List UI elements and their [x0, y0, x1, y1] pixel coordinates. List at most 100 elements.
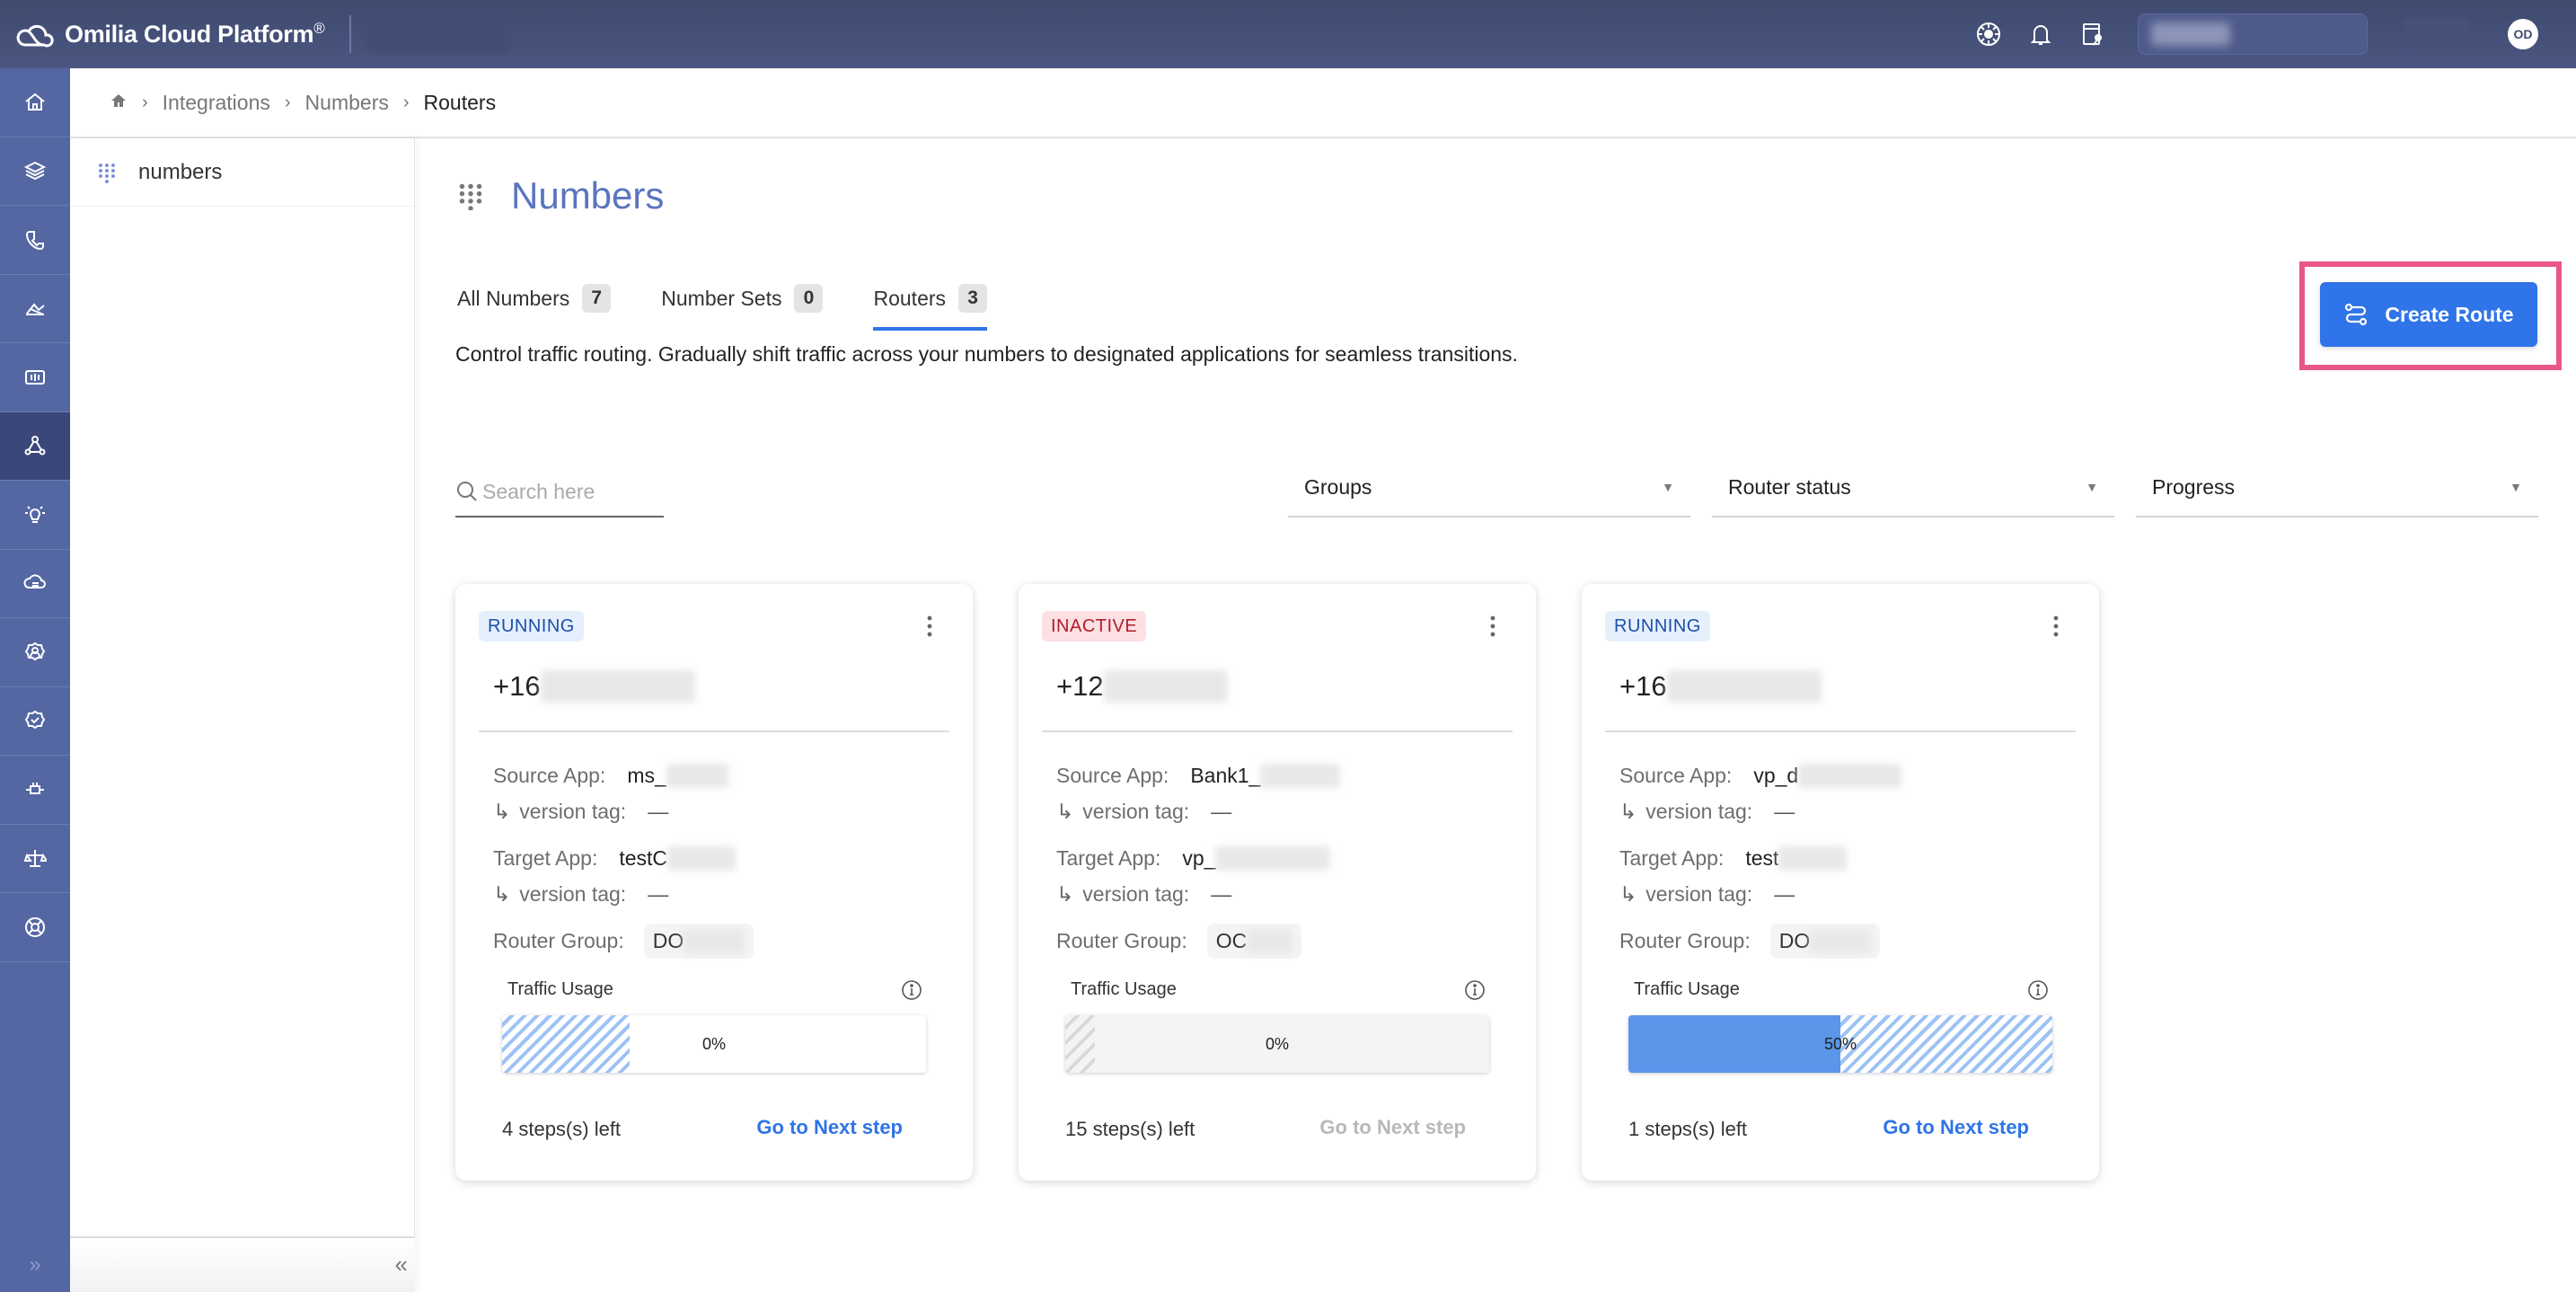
info-icon[interactable] — [1464, 979, 1486, 1001]
return-arrow-icon: ↳ — [1056, 800, 1074, 823]
source-version-row: ↳ version tag: — — [1056, 800, 1231, 824]
redacted-text: anthing — [1778, 846, 1847, 871]
nav-verified[interactable] — [0, 687, 70, 756]
tab-label: Routers — [873, 286, 947, 310]
cloud-logo-icon — [16, 24, 54, 48]
side-panel-footer: « — [70, 1236, 415, 1292]
phone-number: +1267388532 — [1056, 670, 1228, 703]
card-divider — [1605, 730, 2076, 732]
expand-nav-icon[interactable]: » — [0, 1252, 70, 1278]
target-app-value: testanthing — [1745, 846, 1847, 871]
return-arrow-icon: ↳ — [1619, 882, 1637, 906]
side-panel-item-numbers[interactable]: numbers — [70, 138, 414, 207]
next-step-link[interactable]: Go to Next step — [1319, 1116, 1466, 1139]
source-version-value: — — [648, 800, 669, 823]
redacted-text: anthing — [667, 846, 736, 871]
search-input[interactable] — [482, 479, 653, 504]
lightbulb-icon — [25, 506, 45, 523]
redacted-tenant-name — [2151, 22, 2230, 46]
traffic-progress-bar: 50% — [1628, 1015, 2052, 1073]
traffic-percent: 0% — [1265, 1034, 1289, 1053]
traffic-percent: 50% — [1823, 1034, 1857, 1053]
target-app-row: Target App: vp_data_ranges — [1056, 846, 1331, 871]
user-avatar[interactable]: OD — [2508, 19, 2538, 49]
page-header: Numbers — [457, 174, 664, 217]
router-card: INACTIVE +1267388532 Source App: Bank1_1… — [1019, 584, 1536, 1181]
status-badge: INACTIVE — [1042, 611, 1147, 642]
router-group-row: Router Group: OCh1gd — [1056, 924, 1302, 959]
license-key-icon[interactable] — [2077, 18, 2109, 50]
tab-count-badge: 7 — [582, 284, 612, 313]
router-group-label: Router Group: — [1619, 929, 1751, 952]
tab-routers[interactable]: Routers 3 — [873, 266, 988, 331]
verified-gear-icon — [24, 711, 46, 730]
tab-all-numbers[interactable]: All Numbers 7 — [457, 266, 612, 331]
source-app-label: Source App: — [1056, 764, 1169, 787]
version-tag-label: version tag: — [1082, 800, 1190, 823]
next-step-link[interactable]: Go to Next step — [756, 1116, 903, 1139]
breadcrumb-home-icon[interactable] — [110, 91, 128, 115]
nav-home[interactable] — [0, 68, 70, 137]
nav-layers[interactable] — [0, 137, 70, 206]
target-app-label: Target App: — [1619, 846, 1725, 870]
redacted-region — [2405, 18, 2470, 50]
app-logo[interactable]: Omilia Cloud Platform® — [14, 0, 325, 68]
router-group-chip: OCh1gd — [1206, 924, 1302, 959]
traffic-usage-label: Traffic Usage — [507, 979, 613, 999]
router-group-chip: DOC7647 — [1769, 924, 1881, 959]
return-arrow-icon: ↳ — [493, 800, 511, 823]
redacted-project-selector[interactable] — [367, 15, 512, 53]
router-group-chip: DOC7647 — [643, 924, 754, 959]
redacted-text: C7647 — [1810, 929, 1872, 953]
nav-cloud[interactable] — [0, 550, 70, 618]
nav-monitor[interactable] — [0, 343, 70, 412]
collapse-panel-icon[interactable]: « — [395, 1251, 408, 1279]
breadcrumb-numbers[interactable]: Numbers — [305, 91, 389, 115]
version-tag-label: version tag: — [1645, 882, 1753, 906]
router-status-filter[interactable]: Router status ▼ — [1712, 458, 2114, 518]
bell-icon[interactable] — [2025, 18, 2057, 50]
groups-filter[interactable]: Groups ▼ — [1288, 458, 1690, 518]
next-step-link[interactable]: Go to Next step — [1883, 1116, 2029, 1139]
target-app-row: Target App: testCanthing — [493, 846, 736, 871]
breadcrumb-integrations[interactable]: Integrations — [163, 91, 270, 115]
version-tag-label: version tag: — [519, 882, 627, 906]
traffic-percent: 0% — [701, 1034, 726, 1053]
nav-insights[interactable] — [0, 481, 70, 550]
more-options-icon[interactable] — [1489, 615, 1496, 638]
progress-filter-label: Progress — [2152, 474, 2236, 499]
info-icon[interactable] — [2027, 979, 2049, 1001]
card-divider — [479, 730, 949, 732]
nav-legal[interactable] — [0, 825, 70, 893]
help-wheel-icon[interactable] — [1972, 18, 2005, 50]
source-app-row: Source App: Bank1_1001test — [1056, 764, 1340, 788]
nav-support[interactable] — [0, 893, 70, 962]
source-app-row: Source App: vp_data_ranges — [1619, 764, 1902, 788]
page-title: Numbers — [511, 174, 665, 217]
target-version-value: — — [1211, 882, 1232, 906]
progress-filter[interactable]: Progress ▼ — [2136, 458, 2538, 518]
left-nav: » — [0, 68, 70, 1292]
router-card: RUNNING +168543854479 Source App: ms_abc… — [455, 584, 973, 1181]
source-app-value: Bank1_1001test — [1190, 764, 1340, 788]
nav-user-settings[interactable] — [0, 618, 70, 687]
page-description: Control traffic routing. Gradually shift… — [455, 342, 1518, 366]
traffic-progress-bar: 0% — [1065, 1015, 1489, 1073]
nav-plug[interactable] — [0, 756, 70, 825]
create-route-button[interactable]: Create Route — [2320, 282, 2537, 347]
more-options-icon[interactable] — [2052, 615, 2060, 638]
tab-label: Number Sets — [661, 286, 782, 310]
return-arrow-icon: ↳ — [1056, 882, 1074, 906]
tenant-selector[interactable] — [2138, 13, 2368, 55]
tab-number-sets[interactable]: Number Sets 0 — [661, 266, 824, 331]
nav-analytics[interactable] — [0, 275, 70, 343]
breadcrumb-separator: › — [284, 92, 291, 112]
tabs: All Numbers 7 Number Sets 0 Routers 3 — [457, 266, 1037, 331]
info-icon[interactable] — [901, 979, 922, 1001]
target-version-value: — — [648, 882, 669, 906]
dialpad-icon — [99, 163, 115, 183]
nav-integrations[interactable] — [0, 411, 70, 481]
nav-phone[interactable] — [0, 206, 70, 275]
traffic-usage-label: Traffic Usage — [1071, 979, 1177, 999]
more-options-icon[interactable] — [926, 615, 933, 638]
